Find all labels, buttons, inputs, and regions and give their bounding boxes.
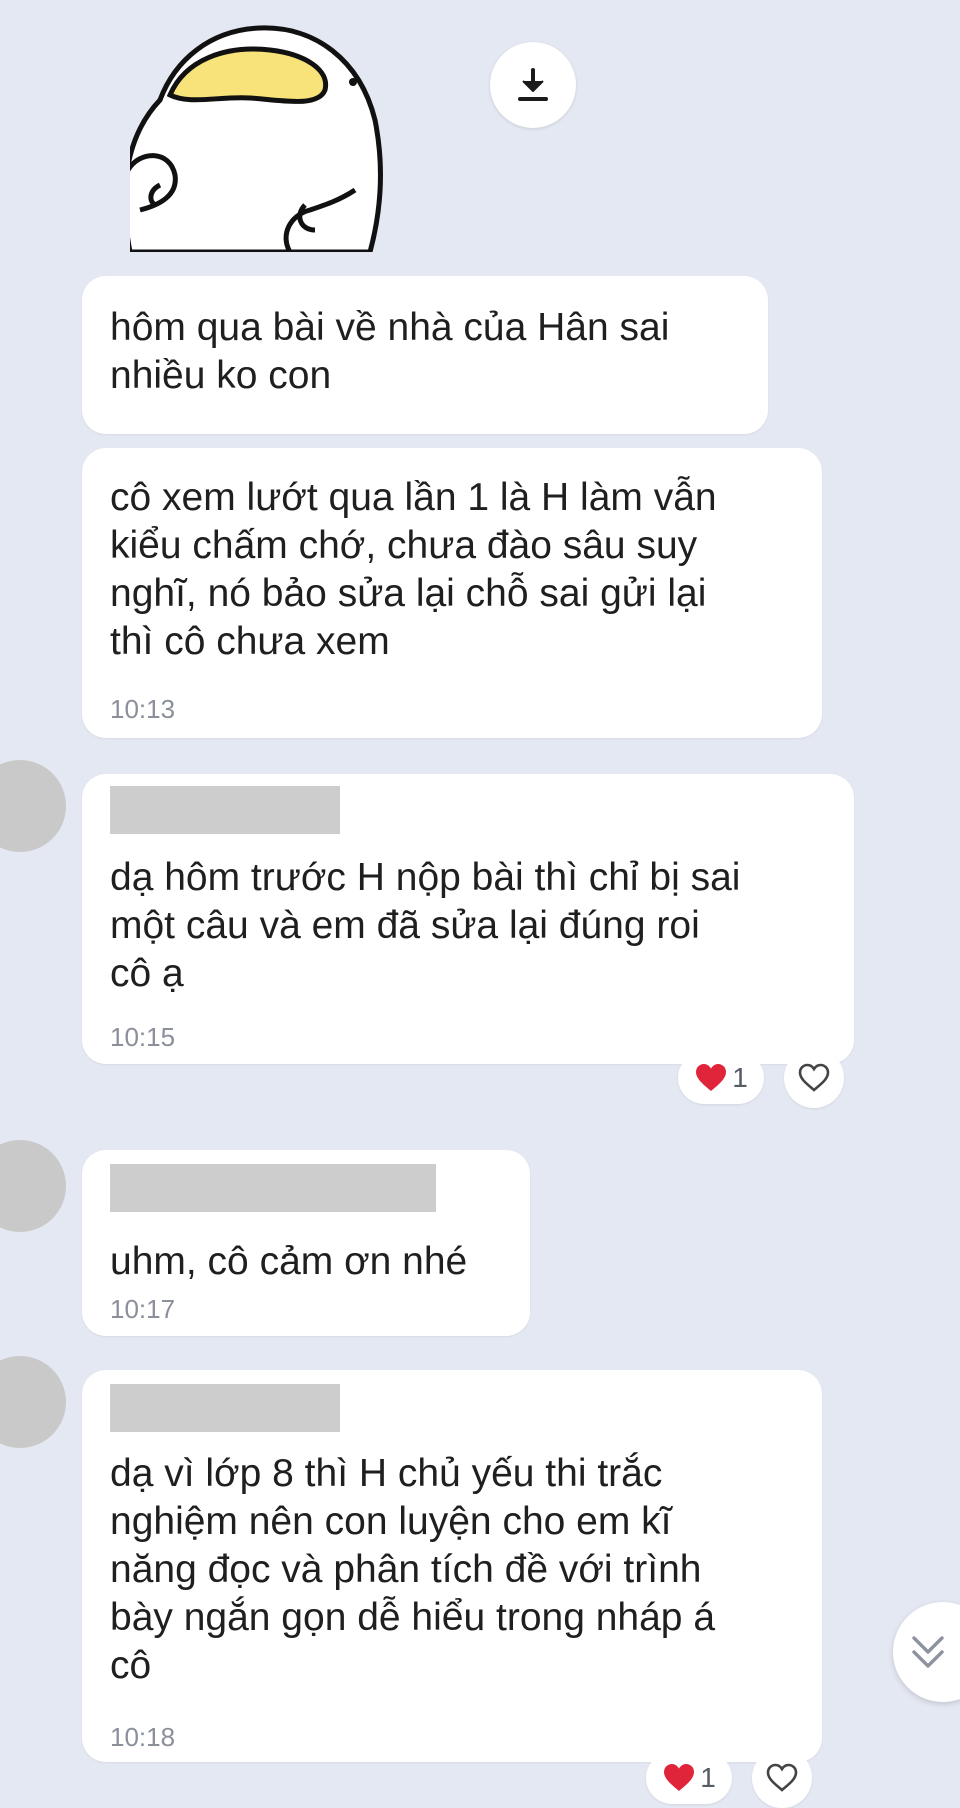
message-bubble[interactable]: dạ hôm trước H nộp bài thì chỉ bị sai mộ… xyxy=(82,774,854,1064)
scroll-to-bottom-button[interactable] xyxy=(893,1602,960,1702)
message-bubble[interactable]: uhm, cô cảm ơn nhé 10:17 xyxy=(82,1150,530,1336)
message-text: dạ hôm trước H nộp bài thì chỉ bị sai mộ… xyxy=(110,856,741,995)
heart-filled-icon xyxy=(664,1764,695,1791)
react-button[interactable] xyxy=(752,1748,812,1808)
reaction-count: 1 xyxy=(700,1762,716,1793)
reaction-summary[interactable]: 1 xyxy=(678,1052,764,1104)
message-timestamp: 10:15 xyxy=(110,1022,176,1052)
avatar[interactable] xyxy=(0,1140,66,1232)
sticker-image[interactable] xyxy=(130,0,400,252)
reaction-count: 1 xyxy=(732,1062,748,1093)
message-timestamp: 10:13 xyxy=(110,694,176,724)
message-text: cô xem lướt qua lần 1 là H làm vẫn kiểu … xyxy=(110,476,717,663)
sender-name-redacted xyxy=(110,1164,436,1212)
double-chevron-down-icon xyxy=(912,1636,944,1668)
react-button[interactable] xyxy=(784,1048,844,1108)
message-bubble[interactable]: dạ vì lớp 8 thì H chủ yếu thi trắc nghiệ… xyxy=(82,1370,822,1762)
heart-outline-icon xyxy=(766,1763,798,1792)
message-timestamp: 10:18 xyxy=(110,1722,176,1752)
message-text: hôm qua bài về nhà của Hân sai nhiều ko … xyxy=(110,306,670,397)
heart-outline-icon xyxy=(798,1063,830,1092)
heart-filled-icon xyxy=(696,1064,727,1091)
message-bubble[interactable]: hôm qua bài về nhà của Hân sai nhiều ko … xyxy=(82,276,768,434)
message-bubble[interactable]: cô xem lướt qua lần 1 là H làm vẫn kiểu … xyxy=(82,448,822,738)
message-text: dạ vì lớp 8 thì H chủ yếu thi trắc nghiệ… xyxy=(110,1452,716,1687)
download-button[interactable] xyxy=(490,42,576,128)
reaction-summary[interactable]: 1 xyxy=(646,1752,732,1804)
message-timestamp: 10:17 xyxy=(110,1294,176,1324)
sender-name-redacted xyxy=(110,786,340,834)
message-text: uhm, cô cảm ơn nhé xyxy=(110,1240,468,1283)
download-icon xyxy=(518,68,548,101)
chick-sticker-icon xyxy=(130,25,383,252)
avatar[interactable] xyxy=(0,760,66,852)
avatar[interactable] xyxy=(0,1356,66,1448)
sender-name-redacted xyxy=(110,1384,340,1432)
